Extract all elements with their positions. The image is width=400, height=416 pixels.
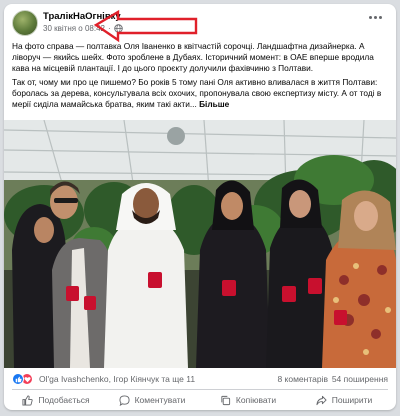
comments-count-link[interactable]: 8 коментарів [277, 374, 328, 384]
dot-icon [368, 15, 372, 19]
copy-button[interactable]: Копіювати [200, 391, 296, 409]
dot-icon [373, 15, 377, 19]
annotation-arrow-icon [93, 9, 198, 43]
copy-label: Копіювати [235, 395, 277, 405]
see-more-link[interactable]: Більше [199, 99, 229, 109]
copy-icon [221, 395, 231, 405]
comment-icon [119, 394, 130, 406]
dot-icon [378, 15, 382, 19]
share-button[interactable]: Поширити [296, 391, 392, 409]
shares-count-link[interactable]: 54 поширення [332, 374, 388, 384]
post-actions: Подобається Коментувати Копіювати Пошири… [8, 391, 392, 409]
thumbs-up-icon [22, 394, 33, 406]
reaction-icons[interactable] [12, 373, 36, 385]
post-body: На фото справа — полтавка Оля Іваненко в… [12, 41, 390, 114]
post-card: ТралікНаОгнівку 30 квітня о 08:42 · На ф… [4, 4, 396, 410]
post-paragraph: Так от, чому ми про це пишемо? Бо років … [12, 77, 382, 110]
like-reaction-icon [12, 373, 24, 385]
divider [12, 389, 388, 390]
greenhouse-photo [4, 120, 396, 368]
like-button[interactable]: Подобається [8, 391, 104, 409]
post-paragraph: На фото справа — полтавка Оля Іваненко в… [12, 41, 374, 74]
post-photo[interactable] [4, 120, 396, 368]
reactions-summary: Ol'ga Ivashchenko, Ігор Кіянчук та ще 11… [4, 370, 396, 388]
share-icon [316, 395, 327, 405]
reactors-list-link[interactable]: Ol'ga Ivashchenko, Ігор Кіянчук та ще 11 [39, 374, 195, 384]
share-label: Поширити [331, 395, 373, 405]
page-avatar[interactable] [12, 10, 38, 36]
comment-button[interactable]: Коментувати [104, 391, 200, 409]
comment-label: Коментувати [134, 395, 186, 405]
more-options-button[interactable] [366, 10, 384, 24]
like-label: Подобається [38, 395, 90, 405]
post-header: ТралікНаОгнівку 30 квітня о 08:42 · [4, 4, 396, 43]
